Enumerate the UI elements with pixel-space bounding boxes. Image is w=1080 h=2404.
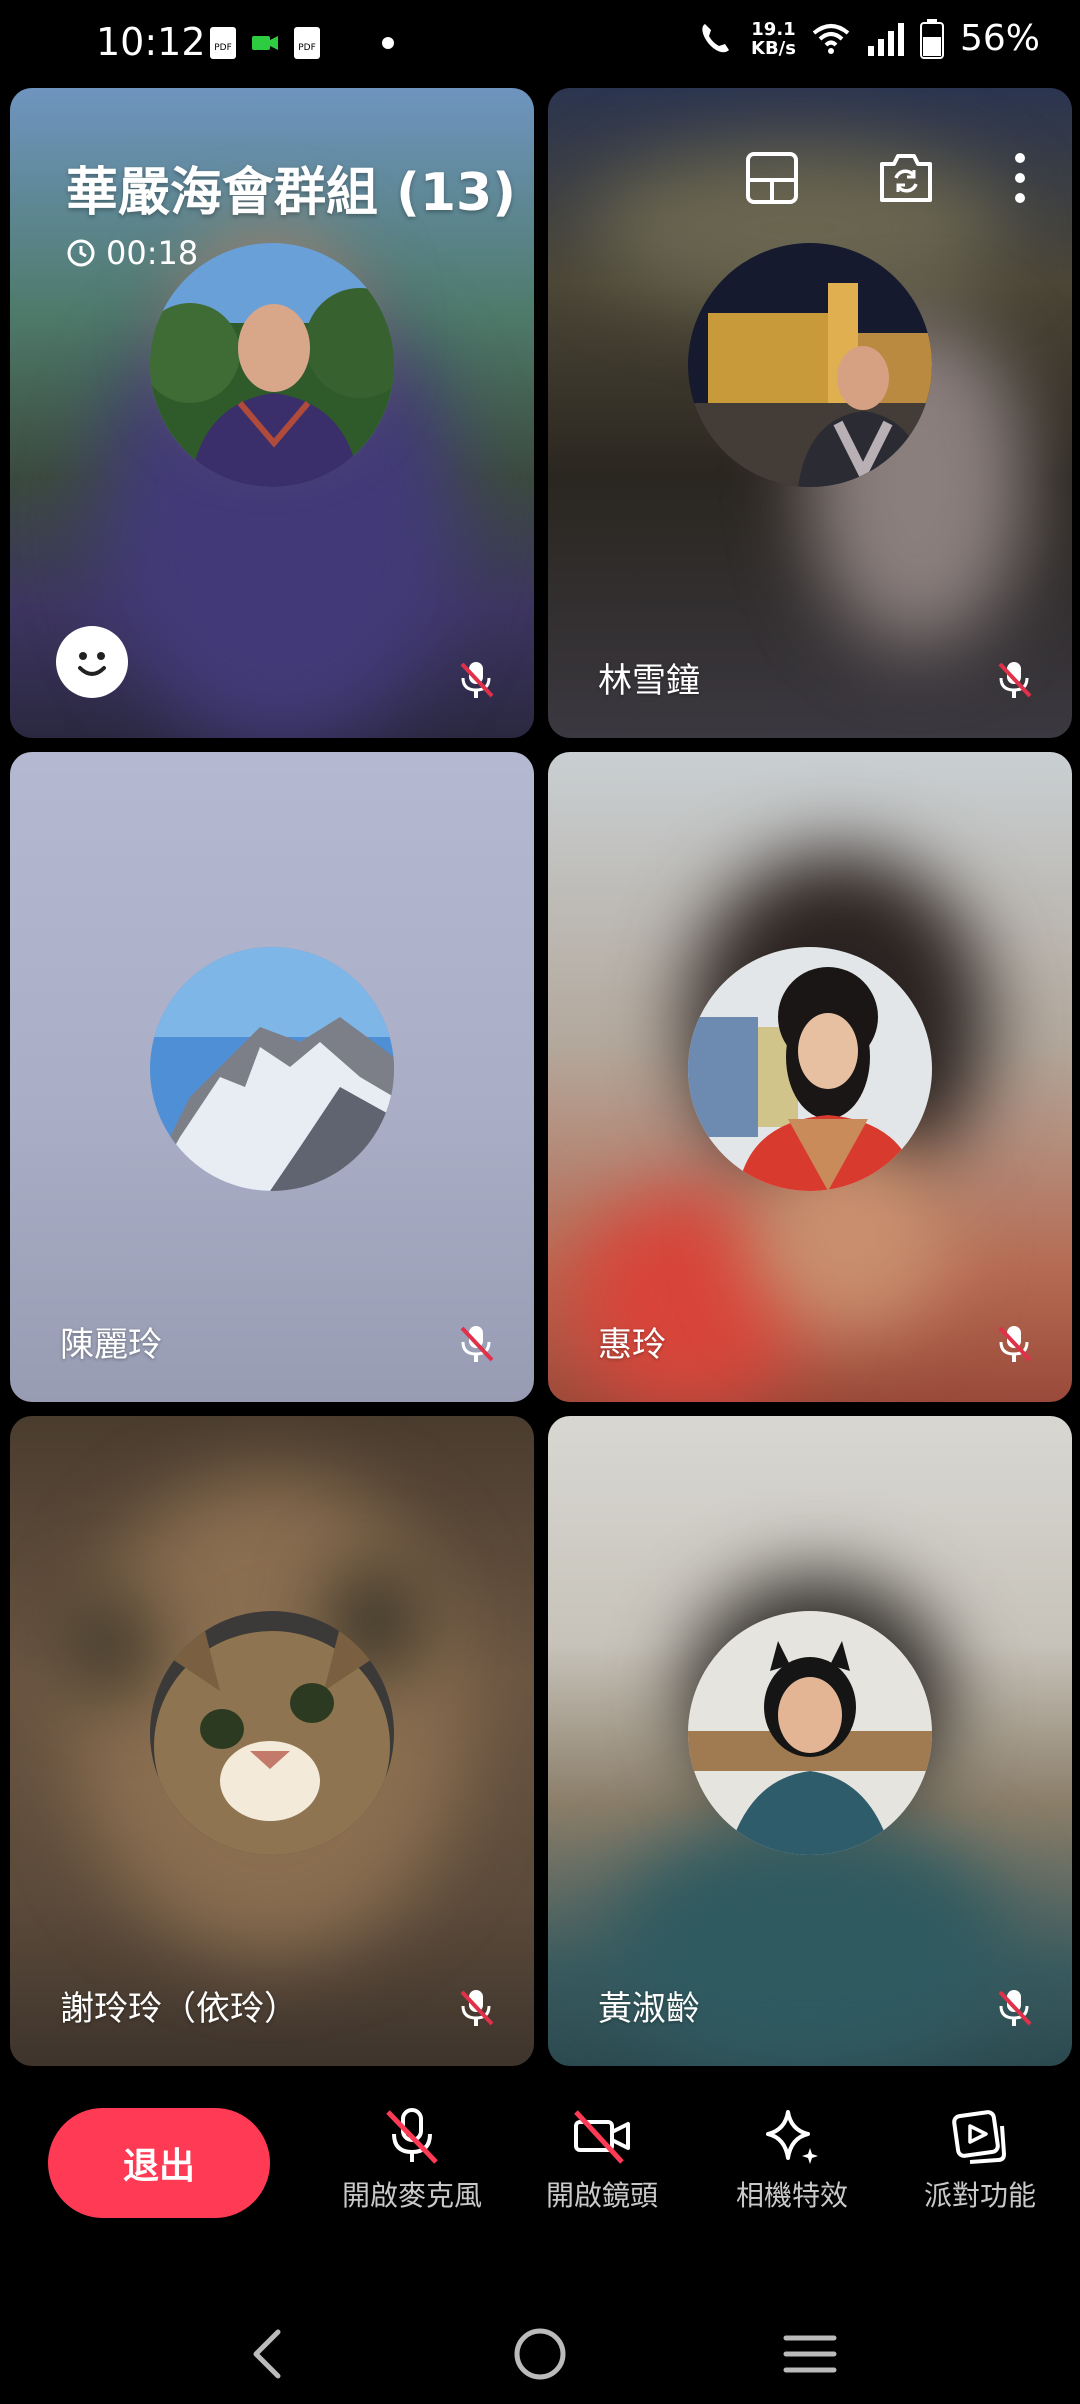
network-speed: 19.1 KB/s [751,18,796,59]
participant-name: 黃淑齡 [598,1989,700,2029]
svg-text:PDF: PDF [214,43,232,53]
participant-name: 惠玲 [598,1325,666,1365]
call-timer: 00:18 [66,234,198,272]
wifi-icon [812,23,850,54]
notification-icons: PDF PDF [208,26,394,60]
status-right: 19.1 KB/s 56% [697,18,1040,59]
pdf-icon: PDF [210,27,236,59]
camera-toggle-label: 開啟鏡頭 [545,2179,658,2212]
mic-off-icon [386,2108,438,2164]
participant-avatar [688,1611,932,1855]
call-toolbar: 退出 開啟麥克風 開啟鏡頭 相機特效 派對功能 [0,2060,1080,2300]
clock-icon [67,239,95,267]
home-nav-icon[interactable] [510,2324,570,2384]
recent-apps-nav-icon[interactable] [780,2324,840,2384]
camera-effects-label: 相機特效 [735,2179,848,2212]
group-title: 華嚴海會群組 (13) [66,163,516,223]
participant-avatar [688,243,932,487]
mic-toggle-label: 開啟麥克風 [341,2179,482,2212]
participant-tile[interactable]: 謝玲玲（依玲） [10,1416,534,2066]
mic-muted-icon [998,1990,1032,2026]
participant-tile[interactable]: 林雪鐘 [548,88,1072,738]
camera-off-icon [574,2110,630,2164]
participant-avatar [150,1611,394,1855]
camera-effects-button[interactable]: 相機特效 [702,2104,882,2214]
mic-muted-icon [998,662,1032,698]
pdf-icon: PDF [294,27,320,59]
signal-icon [867,22,904,56]
svg-text:PDF: PDF [298,43,316,53]
status-time: 10:12 [96,20,206,64]
video-icon [252,36,278,50]
party-features-button[interactable]: 派對功能 [890,2104,1070,2214]
battery-percent: 56% [959,18,1040,59]
camera-toggle-button[interactable]: 開啟鏡頭 [512,2104,692,2214]
participant-tile-self[interactable]: 華嚴海會群組 (13) 00:18 [10,88,534,738]
battery-icon [919,18,944,59]
switch-camera-icon[interactable] [876,150,936,206]
phone-call-icon [702,23,730,52]
participant-avatar [150,243,394,487]
call-top-controls [744,150,1028,206]
status-bar: 10:12 PDF PDF 19.1 KB/s 56% [0,0,1080,88]
participant-tile[interactable]: 陳麗玲 [10,752,534,1402]
exit-call-button[interactable]: 退出 [48,2108,270,2218]
back-nav-icon[interactable] [240,2324,300,2384]
layout-icon[interactable] [744,150,800,206]
sparkle-icon [766,2110,818,2164]
participant-name: 謝玲玲（依玲） [60,1989,298,2029]
mic-muted-icon [460,662,494,698]
participant-name: 陳麗玲 [60,1325,162,1365]
mic-muted-icon [998,1326,1032,1362]
participant-avatar [150,947,394,1191]
emoji-reaction-button[interactable] [56,626,128,698]
participant-avatar [688,947,932,1191]
participant-tile[interactable]: 惠玲 [548,752,1072,1402]
smiley-icon [78,652,106,676]
participant-tile[interactable]: 黃淑齡 [548,1416,1072,2066]
mic-muted-icon [460,1326,494,1362]
system-nav-bar [0,2300,1080,2404]
mic-muted-icon [460,1990,494,2026]
more-notifications-dot [382,37,394,49]
participant-name: 林雪鐘 [598,661,700,701]
party-play-icon [952,2110,1007,2164]
mic-toggle-button[interactable]: 開啟麥克風 [322,2104,502,2214]
party-features-label: 派對功能 [923,2179,1036,2212]
more-options-icon[interactable] [1012,150,1028,206]
